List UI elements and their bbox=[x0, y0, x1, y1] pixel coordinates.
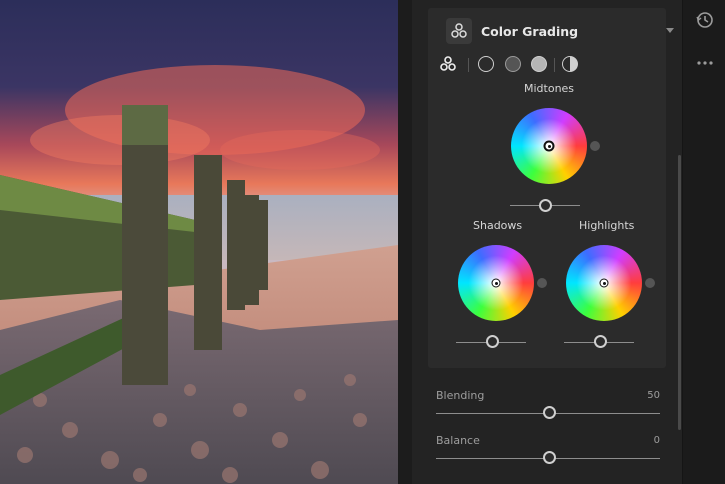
color-grading-card: Color Grading Midtones Shadows Highlight… bbox=[428, 8, 674, 368]
chevron-down-icon[interactable] bbox=[666, 28, 674, 33]
three-way-icon bbox=[446, 18, 472, 44]
shadows-wheel-handle[interactable] bbox=[491, 278, 501, 288]
highlights-label: Highlights bbox=[579, 219, 635, 232]
right-rail bbox=[682, 0, 725, 484]
midtones-luminance-knob[interactable] bbox=[539, 199, 552, 212]
dark-circle-icon[interactable] bbox=[505, 56, 521, 72]
balance-knob[interactable] bbox=[543, 451, 556, 464]
balance-value[interactable]: 0 bbox=[630, 435, 660, 446]
more-icon[interactable] bbox=[695, 54, 715, 66]
midtones-saturation-dot[interactable] bbox=[590, 141, 600, 151]
history-icon[interactable] bbox=[695, 10, 715, 30]
highlights-wheel[interactable] bbox=[566, 245, 642, 321]
three-way-mode-icon[interactable] bbox=[440, 56, 456, 72]
color-grading-panel: Color Grading Midtones Shadows Highlight… bbox=[412, 0, 682, 484]
mode-separator bbox=[468, 58, 469, 72]
midtones-label: Midtones bbox=[524, 82, 575, 95]
midtones-wheel[interactable] bbox=[511, 108, 587, 184]
balance-label: Balance bbox=[436, 434, 480, 447]
shadows-label: Shadows bbox=[473, 219, 523, 232]
blending-label: Blending bbox=[436, 389, 485, 402]
shadows-luminance-knob[interactable] bbox=[486, 335, 499, 348]
panel-divider[interactable] bbox=[398, 0, 412, 484]
shadows-wheel[interactable] bbox=[458, 245, 534, 321]
highlights-wheel-handle[interactable] bbox=[599, 278, 609, 288]
midtones-wheel-handle[interactable] bbox=[543, 140, 555, 152]
mode-separator bbox=[554, 58, 555, 72]
photo-canvas[interactable] bbox=[0, 0, 398, 484]
highlights-luminance-knob[interactable] bbox=[594, 335, 607, 348]
shadows-saturation-dot[interactable] bbox=[537, 278, 547, 288]
blending-value[interactable]: 50 bbox=[630, 390, 660, 401]
panel-title[interactable]: Color Grading bbox=[481, 24, 578, 39]
blending-knob[interactable] bbox=[543, 406, 556, 419]
split-circle-icon[interactable] bbox=[562, 56, 578, 72]
highlights-saturation-dot[interactable] bbox=[645, 278, 655, 288]
global-circle-icon[interactable] bbox=[478, 56, 494, 72]
panel-scrollbar[interactable] bbox=[678, 155, 681, 430]
light-circle-icon[interactable] bbox=[531, 56, 547, 72]
photo-image bbox=[0, 0, 398, 484]
